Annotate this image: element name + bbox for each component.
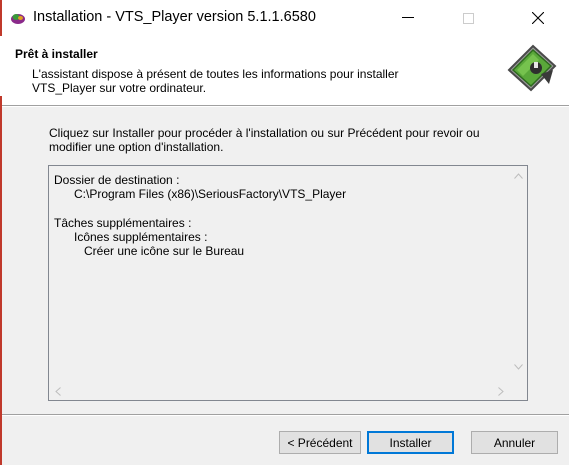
vertical-scrollbar[interactable] <box>510 166 527 383</box>
header-separator <box>0 105 569 107</box>
close-button[interactable] <box>515 0 561 36</box>
memo-line: Créer une icône sur le Bureau <box>54 244 245 259</box>
title-bar[interactable]: Installation - VTS_Player version 5.1.1.… <box>0 0 569 36</box>
instructions-line: modifier une option d'installation. <box>49 140 224 154</box>
page-subtitle: L'assistant dispose à présent de toutes … <box>32 67 472 95</box>
page-subtitle-line: VTS_Player sur votre ordinateur. <box>32 81 207 95</box>
scroll-up-icon[interactable] <box>514 173 523 179</box>
installer-app-icon <box>11 14 25 24</box>
wizard-header: Prêt à installer L'assistant dispose à p… <box>0 36 569 106</box>
page-title: Prêt à installer <box>15 47 98 61</box>
footer-separator <box>0 414 569 416</box>
side-marker <box>0 0 2 36</box>
scrollbar-corner <box>510 383 527 400</box>
maximize-button[interactable] <box>445 0 491 36</box>
maximize-icon <box>462 12 474 24</box>
window-title: Installation - VTS_Player version 5.1.1.… <box>33 9 316 25</box>
memo-line: Dossier de destination : <box>54 173 180 187</box>
instructions-line: Cliquez sur Installer pour procéder à l'… <box>49 126 480 140</box>
close-icon <box>532 12 544 24</box>
memo-line: C:\Program Files (x86)\SeriousFactory\VT… <box>54 187 347 202</box>
scroll-down-icon[interactable] <box>514 364 523 370</box>
ready-memo[interactable]: Dossier de destination : C:\Program File… <box>48 165 528 401</box>
minimize-button[interactable] <box>385 0 431 36</box>
horizontal-scrollbar[interactable] <box>49 383 510 400</box>
memo-line: Icônes supplémentaires : <box>54 229 208 244</box>
memo-line <box>54 201 346 215</box>
install-button[interactable]: Installer <box>367 431 454 454</box>
cancel-button[interactable]: Annuler <box>471 431 558 454</box>
minimize-icon <box>402 17 414 18</box>
back-button[interactable]: < Précédent <box>279 431 361 454</box>
scroll-left-icon[interactable] <box>55 387 61 396</box>
side-marker <box>0 96 2 465</box>
memo-content: Dossier de destination : C:\Program File… <box>54 173 346 258</box>
instructions-text: Cliquez sur Installer pour procéder à l'… <box>49 126 529 154</box>
page-subtitle-line: L'assistant dispose à présent de toutes … <box>32 67 399 81</box>
installer-window: Installation - VTS_Player version 5.1.1.… <box>0 0 569 465</box>
wizard-logo-icon <box>507 44 557 92</box>
scroll-right-icon[interactable] <box>498 387 504 396</box>
memo-line: Tâches supplémentaires : <box>54 215 192 230</box>
